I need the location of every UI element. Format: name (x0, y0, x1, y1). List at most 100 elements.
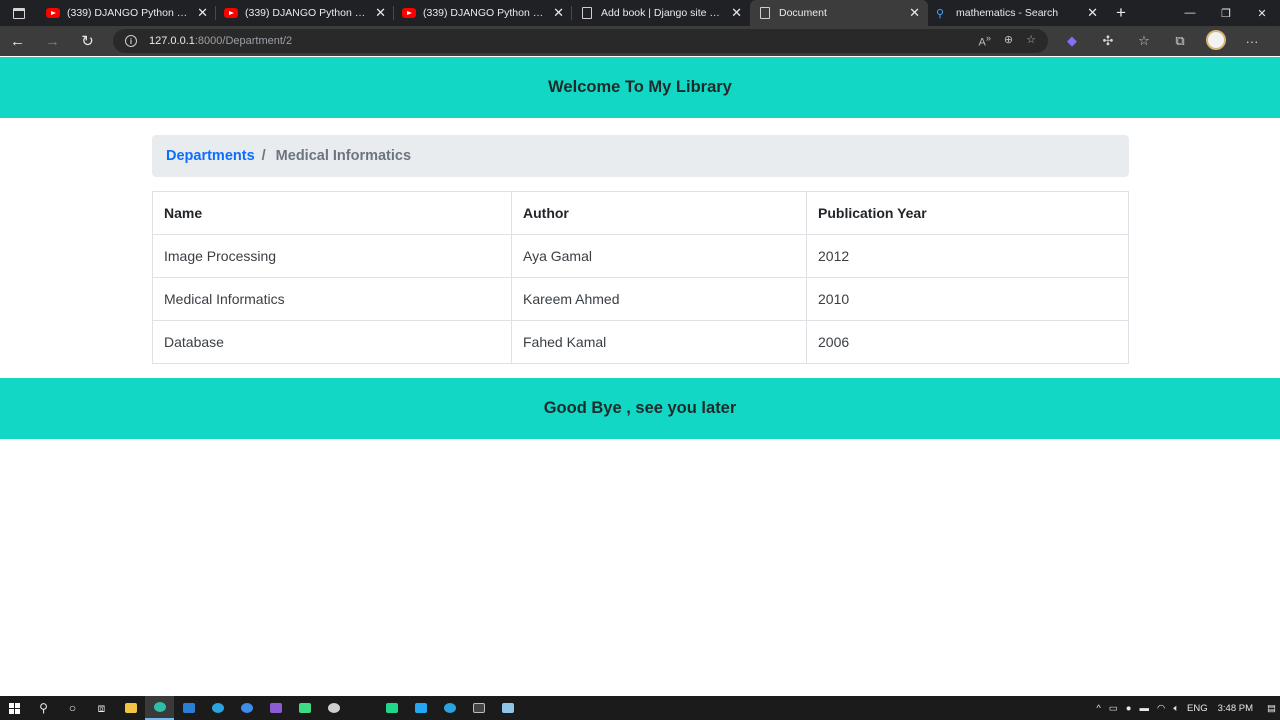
search-icon[interactable]: ⚲ (29, 696, 58, 720)
browser-tab-strip: (339) DJANGO Python Lesson ✕ (339) DJANG… (0, 0, 1280, 26)
forward-icon[interactable]: → (35, 33, 70, 50)
restore-icon[interactable]: ❐ (1208, 7, 1244, 20)
notepad-icon[interactable] (493, 696, 522, 720)
close-tab-icon[interactable]: ✕ (197, 5, 208, 21)
close-tab-icon[interactable]: ✕ (1087, 5, 1098, 21)
youtube-icon (46, 8, 60, 18)
profile-avatar[interactable] (1198, 29, 1234, 53)
tab-title: (339) DJANGO Python Lesson (67, 7, 191, 19)
youtube-icon (402, 8, 416, 18)
toolbar-icons: ◆ ✣ ☆ ⧉ ··· (1054, 29, 1270, 53)
tab-title: Add book | Django site admin (601, 7, 726, 19)
clock[interactable]: 3:48 PM (1218, 703, 1253, 714)
window-controls: — ❐ ✕ (1172, 0, 1280, 26)
collections-icon[interactable]: ⧉ (1162, 33, 1198, 49)
tab-title: (339) DJANGO Python Lesson (245, 7, 369, 19)
close-tab-icon[interactable]: ✕ (909, 5, 920, 21)
telegram-icon[interactable] (435, 696, 464, 720)
network-icon[interactable]: ▬ (1140, 703, 1150, 714)
page-footer: Good Bye , see you later (0, 378, 1280, 439)
pycharm-icon[interactable] (377, 696, 406, 720)
close-tab-icon[interactable]: ✕ (375, 5, 386, 21)
youtube-icon (224, 8, 238, 18)
breadcrumb-separator: / (261, 148, 266, 164)
table-row: Image Processing Aya Gamal 2012 (152, 234, 1129, 278)
browser-tab[interactable]: (339) DJANGO Python Lesson ✕ (38, 0, 216, 26)
column-header-author: Author (511, 191, 807, 235)
browser-tab[interactable]: ⚲ mathematics - Search ✕ (928, 0, 1106, 26)
close-tab-icon[interactable]: ✕ (553, 5, 564, 21)
refresh-icon[interactable]: ↻ (70, 32, 105, 50)
tab-actions-button[interactable] (0, 0, 38, 26)
android-studio-icon[interactable] (290, 696, 319, 720)
tab-title: (339) DJANGO Python Lesson (423, 7, 547, 19)
cell-year: 2006 (806, 320, 1129, 364)
app-icon[interactable] (319, 696, 348, 720)
new-tab-button[interactable]: + (1106, 0, 1136, 26)
tab-title: mathematics - Search (956, 7, 1059, 19)
url-host: 127.0.0.1 (149, 35, 195, 47)
browser-tab[interactable]: (339) DJANGO Python Lesson ✕ (394, 0, 572, 26)
column-header-name: Name (152, 191, 512, 235)
task-view-icon[interactable]: ⧈ (87, 696, 116, 720)
browser-tab[interactable]: (339) DJANGO Python Lesson ✕ (216, 0, 394, 26)
chevron-up-icon[interactable]: ^ (1096, 703, 1100, 714)
document-icon (582, 7, 592, 19)
visual-studio-icon[interactable] (261, 696, 290, 720)
telegram-icon[interactable] (203, 696, 232, 720)
extension-icon[interactable]: ◆ (1054, 33, 1090, 49)
notifications-icon[interactable]: ▤ (1267, 703, 1276, 714)
cell-year: 2012 (806, 234, 1129, 278)
site-info-icon[interactable]: i (125, 35, 137, 47)
avatar (1206, 29, 1226, 50)
column-header-year: Publication Year (806, 191, 1129, 235)
tab-actions-icon (13, 7, 25, 19)
minimize-icon[interactable]: — (1172, 7, 1208, 19)
books-table: Name Author Publication Year Image Proce… (152, 191, 1129, 364)
cell-name: Medical Informatics (152, 277, 512, 321)
read-aloud-icon[interactable]: A» (978, 33, 990, 49)
system-tray: ^ ▭ ● ▬ ◠ 🔈︎ ENG 3:48 PM ▤ (1092, 703, 1280, 714)
zoom-icon[interactable]: ⊕ (1004, 33, 1013, 49)
mail-icon[interactable] (174, 696, 203, 720)
battery-icon[interactable]: ▭ (1109, 703, 1118, 714)
vscode-icon[interactable] (406, 696, 435, 720)
table-row: Medical Informatics Kareem Ahmed 2010 (152, 277, 1129, 321)
cell-author: Kareem Ahmed (511, 277, 807, 321)
breadcrumb-link-departments[interactable]: Departments (166, 148, 255, 164)
browser-toolbar: ← → ↻ i 127.0.0.1:8000/Department/2 A» ⊕… (0, 26, 1280, 56)
back-icon[interactable]: ← (0, 33, 35, 50)
url-text[interactable]: 127.0.0.1:8000/Department/2 (149, 35, 292, 47)
close-tab-icon[interactable]: ✕ (731, 5, 742, 21)
browser-tab-active[interactable]: Document ✕ (750, 0, 928, 26)
add-favorite-icon[interactable]: ☆ (1026, 33, 1036, 49)
cell-name: Database (152, 320, 512, 364)
browser-tab[interactable]: Add book | Django site admin ✕ (572, 0, 750, 26)
page-header: Welcome To My Library (0, 57, 1280, 118)
address-bar-icons: A» ⊕ ☆ (978, 33, 1048, 49)
windows-logo-icon (9, 702, 20, 714)
cortana-icon[interactable]: ○ (58, 696, 87, 720)
address-bar[interactable]: i 127.0.0.1:8000/Department/2 A» ⊕ ☆ (113, 29, 1048, 53)
favorites-icon[interactable]: ☆ (1126, 33, 1162, 49)
breadcrumb-current: Medical Informatics (275, 148, 412, 164)
microphone-icon[interactable]: ● (1126, 703, 1132, 714)
edge-browser-icon[interactable] (145, 696, 174, 720)
blank-slot (348, 696, 377, 720)
wifi-icon[interactable]: ◠ (1157, 703, 1165, 714)
volume-icon[interactable]: 🔈︎ (1173, 703, 1179, 714)
chrome-icon[interactable] (232, 696, 261, 720)
close-window-icon[interactable]: ✕ (1244, 7, 1280, 20)
language-indicator[interactable]: ENG (1187, 703, 1208, 714)
cell-year: 2010 (806, 277, 1129, 321)
extensions-puzzle-icon[interactable]: ✣ (1090, 33, 1126, 49)
start-button[interactable] (0, 696, 29, 720)
cell-author: Fahed Kamal (511, 320, 807, 364)
url-path: :8000/Department/2 (194, 35, 293, 47)
document-icon (760, 7, 770, 19)
file-explorer-icon[interactable] (116, 696, 145, 720)
terminal-icon[interactable] (464, 696, 493, 720)
breadcrumb: Departments / Medical Informatics (152, 135, 1129, 177)
more-menu-icon[interactable]: ··· (1234, 34, 1270, 49)
cell-name: Image Processing (152, 234, 512, 278)
